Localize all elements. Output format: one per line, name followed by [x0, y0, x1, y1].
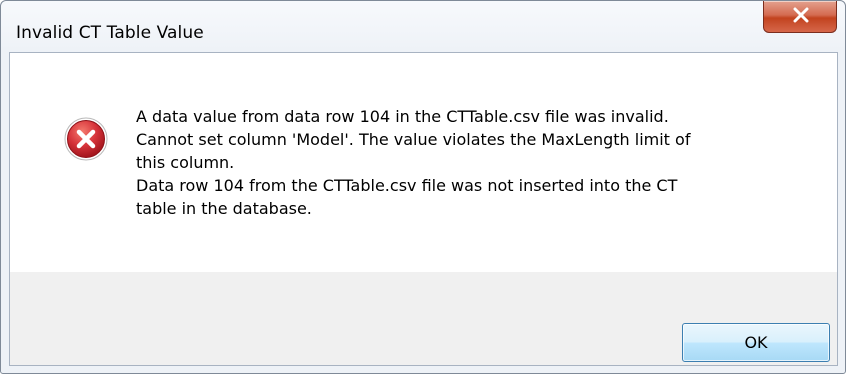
title-bar[interactable]: Invalid CT Table Value — [1, 1, 845, 51]
dialog-title: Invalid CT Table Value — [16, 23, 204, 43]
message-line: this column. — [136, 153, 235, 172]
message-line: table in the database. — [136, 199, 312, 218]
message-line: Cannot set column 'Model'. The value vio… — [136, 130, 691, 149]
close-button[interactable] — [763, 1, 837, 33]
button-bar: OK — [10, 272, 837, 365]
dialog-content: A data value from data row 104 in the CT… — [9, 52, 838, 366]
error-message: A data value from data row 104 in the CT… — [136, 105, 786, 220]
error-icon — [64, 117, 108, 161]
dialog-window: Invalid CT Table Value A data value from… — [0, 0, 846, 374]
message-area: A data value from data row 104 in the CT… — [10, 53, 837, 272]
message-line: Data row 104 from the CTTable.csv file w… — [136, 176, 678, 195]
ok-button[interactable]: OK — [682, 323, 830, 362]
close-icon — [793, 7, 809, 23]
message-line: A data value from data row 104 in the CT… — [136, 107, 669, 126]
